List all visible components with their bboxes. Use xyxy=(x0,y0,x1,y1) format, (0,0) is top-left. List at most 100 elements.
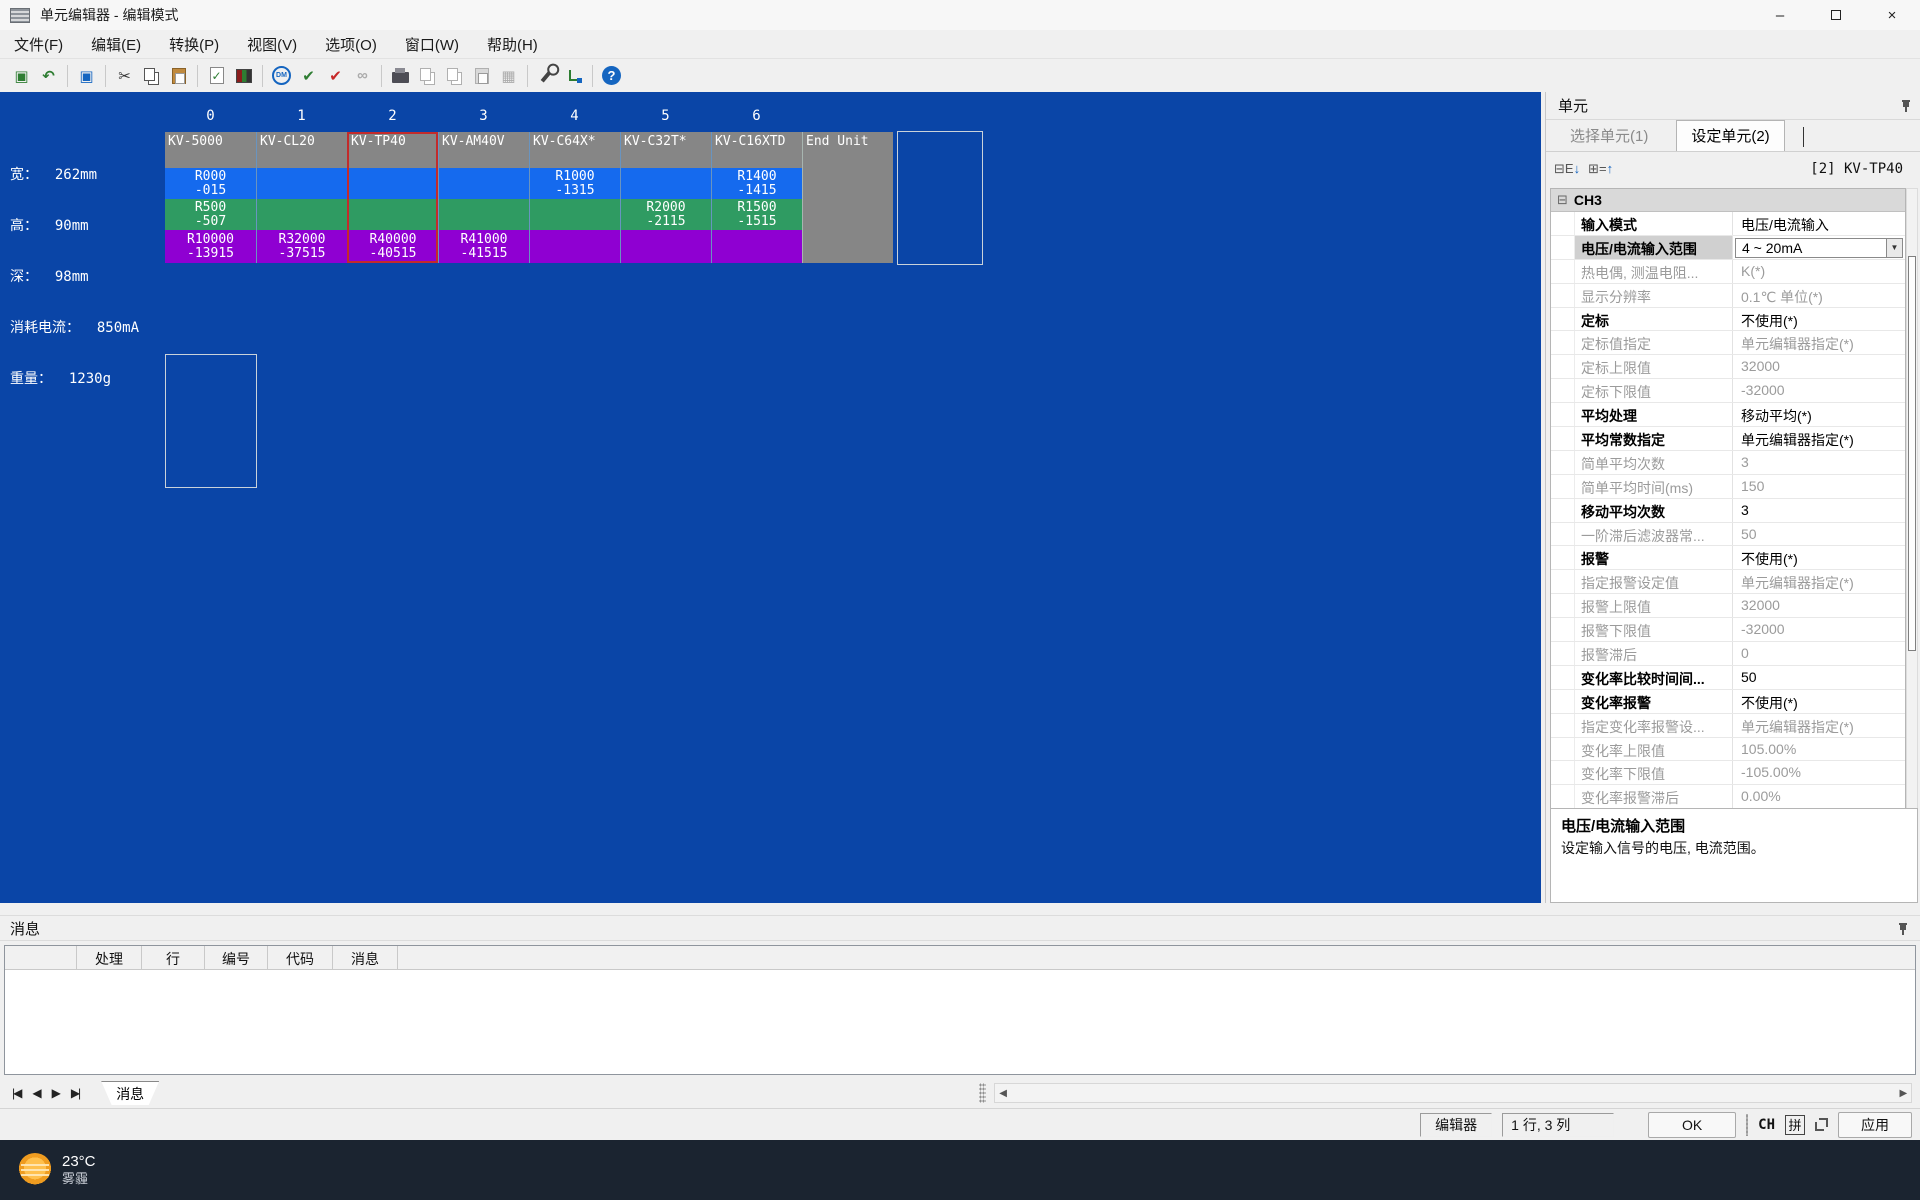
chevron-down-icon[interactable]: ▼ xyxy=(1886,238,1903,258)
column-code[interactable]: 代码 xyxy=(268,946,333,969)
menu-help[interactable]: 帮助(H) xyxy=(473,30,552,58)
apply-button[interactable]: 应用 xyxy=(1838,1112,1912,1138)
property-row[interactable]: 输入模式电压/电流输入 xyxy=(1551,212,1905,236)
property-row[interactable]: 定标上限值32000 xyxy=(1551,355,1905,379)
tab-message[interactable]: 消息 xyxy=(101,1081,159,1105)
range-combobox[interactable]: 4 ~ 20mA xyxy=(1735,238,1886,258)
property-row[interactable]: 报警下限值-32000 xyxy=(1551,618,1905,642)
collapse-icon[interactable]: ⊟ xyxy=(1557,192,1568,208)
close-button[interactable]: × xyxy=(1864,0,1920,30)
property-row[interactable]: 定标下限值-32000 xyxy=(1551,379,1905,403)
unit-column-kvam40v[interactable]: KV-AM40V R41000-41515 xyxy=(438,132,529,263)
last-tab-button[interactable]: ▶| xyxy=(71,1086,79,1100)
menu-edit[interactable]: 编辑(E) xyxy=(77,30,155,58)
property-row[interactable]: 变化率上限值105.00% xyxy=(1551,738,1905,762)
unit-column-kv5000[interactable]: KV-5000 R000-015 R500-507 R10000-13915 xyxy=(165,132,256,263)
expand-all-icon[interactable]: ⊞=↑ xyxy=(1588,161,1613,177)
new-unit-icon[interactable]: ▣ xyxy=(8,62,35,89)
window-swap-icon[interactable]: ▣ xyxy=(73,62,100,89)
property-row[interactable]: 平均常数指定单元编辑器指定(*) xyxy=(1551,427,1905,451)
empty-placement-outline[interactable] xyxy=(165,354,257,488)
maximize-button[interactable] xyxy=(1808,0,1864,30)
paste-alt-icon[interactable] xyxy=(468,62,495,89)
paste-icon[interactable] xyxy=(165,62,192,89)
undo-icon[interactable]: ↶ xyxy=(35,62,62,89)
property-row[interactable]: 简单平均时间(ms)150 xyxy=(1551,475,1905,499)
property-row[interactable]: 变化率报警滞后0.00% xyxy=(1551,785,1905,809)
weather-widget[interactable]: 23°C 雾霾 xyxy=(18,1153,96,1187)
column-process[interactable]: 处理 xyxy=(77,946,142,969)
copy-icon[interactable] xyxy=(138,62,165,89)
tree-branch-icon[interactable] xyxy=(560,62,587,89)
unit-column-kvc16xtd[interactable]: KV-C16XTD R1400-1415 R1500-1515 xyxy=(711,132,802,263)
property-row[interactable]: 变化率下限值-105.00% xyxy=(1551,761,1905,785)
menu-convert[interactable]: 转换(P) xyxy=(155,30,233,58)
fullwidth-icon[interactable] xyxy=(1815,1118,1828,1131)
print-icon[interactable] xyxy=(387,62,414,89)
help-icon[interactable]: ? xyxy=(598,62,625,89)
settings-wrench-icon[interactable] xyxy=(533,62,560,89)
property-row[interactable]: 指定报警设定值单元编辑器指定(*) xyxy=(1551,570,1905,594)
property-row[interactable]: 变化率报警不使用(*) xyxy=(1551,690,1905,714)
unit-column-kvtp40[interactable]: KV-TP40 R40000-40515 xyxy=(347,132,438,263)
property-row[interactable]: 一阶滞后滤波器常...50 xyxy=(1551,523,1905,547)
unit-color-icon[interactable] xyxy=(230,62,257,89)
property-row[interactable]: 变化率比较时间间...50 xyxy=(1551,666,1905,690)
splitter-grip[interactable] xyxy=(979,1083,986,1103)
next-tab-button[interactable]: ▶ xyxy=(52,1086,59,1100)
scroll-right-icon[interactable]: ▶ xyxy=(1895,1088,1911,1099)
copy-alt-icon[interactable] xyxy=(414,62,441,89)
first-tab-button[interactable]: |◀ xyxy=(12,1086,20,1100)
property-row[interactable]: 平均处理移动平均(*) xyxy=(1551,403,1905,427)
minimize-button[interactable]: – xyxy=(1752,0,1808,30)
column-number[interactable]: 编号 xyxy=(205,946,268,969)
pin-icon[interactable] xyxy=(1901,99,1911,112)
verify-red-icon[interactable]: ✔ xyxy=(322,62,349,89)
pin-icon[interactable] xyxy=(1898,922,1908,935)
property-row[interactable]: 报警不使用(*) xyxy=(1551,546,1905,570)
ime-language[interactable]: CH xyxy=(1758,1117,1775,1133)
property-row[interactable]: 指定变化率报警设...单元编辑器指定(*) xyxy=(1551,714,1905,738)
verify-green-icon[interactable]: ✔ xyxy=(295,62,322,89)
tab-setup-unit[interactable]: 设定单元(2) xyxy=(1676,120,1784,151)
property-row-selected[interactable]: 电压/电流输入范围4 ~ 20mA▼ xyxy=(1551,236,1905,260)
scroll-left-icon[interactable]: ◀ xyxy=(995,1088,1011,1099)
ime-shape[interactable]: 拼 xyxy=(1785,1115,1805,1135)
collapse-all-icon[interactable]: ⊟E↓ xyxy=(1554,161,1580,177)
property-row[interactable]: 定标不使用(*) xyxy=(1551,308,1905,332)
tab-select-unit[interactable]: 选择单元(1) xyxy=(1556,121,1662,151)
ok-button[interactable]: OK xyxy=(1648,1112,1736,1138)
menu-file[interactable]: 文件(F) xyxy=(0,30,77,58)
menu-options[interactable]: 选项(O) xyxy=(311,30,391,58)
menu-view[interactable]: 视图(V) xyxy=(233,30,311,58)
property-row[interactable]: 移动平均次数3 xyxy=(1551,499,1905,523)
sync-icon[interactable]: ∞ xyxy=(349,62,376,89)
prev-tab-button[interactable]: ◀ xyxy=(32,1086,39,1100)
property-row[interactable]: 报警上限值32000 xyxy=(1551,594,1905,618)
copy-alt2-icon[interactable] xyxy=(441,62,468,89)
horizontal-scrollbar[interactable]: ◀ ▶ xyxy=(994,1083,1912,1103)
unit-column-kvcl20[interactable]: KV-CL20 R32000-37515 xyxy=(256,132,347,263)
unit-column-kvc32t[interactable]: KV-C32T* R2000-2115 xyxy=(620,132,711,263)
column-row[interactable]: 行 xyxy=(142,946,205,969)
device-monitor-icon[interactable]: DM xyxy=(268,62,295,89)
channel-group-row[interactable]: ⊟ CH3 xyxy=(1551,189,1905,212)
property-row[interactable]: 简单平均次数3 xyxy=(1551,451,1905,475)
unit-editor-canvas[interactable]: 宽： 262mm 高： 90mm 深： 98mm 消耗电流： 850mA 重量：… xyxy=(0,92,1541,903)
cut-icon[interactable]: ✂ xyxy=(111,62,138,89)
message-table-body[interactable] xyxy=(5,970,1915,1074)
property-row[interactable]: 显示分辨率0.1℃ 单位(*) xyxy=(1551,284,1905,308)
unit-column-kvc64x[interactable]: KV-C64X* R1000-1315 xyxy=(529,132,620,263)
menu-window[interactable]: 窗口(W) xyxy=(391,30,473,58)
vertical-scrollbar[interactable] xyxy=(1906,188,1918,809)
column-message[interactable]: 消息 xyxy=(333,946,398,969)
scrollbar-thumb[interactable] xyxy=(1908,256,1916,651)
property-row[interactable]: 报警滞后0 xyxy=(1551,642,1905,666)
property-row[interactable]: 定标值指定单元编辑器指定(*) xyxy=(1551,331,1905,355)
edit-comment-icon[interactable]: ✓ xyxy=(203,62,230,89)
empty-slot-outline[interactable] xyxy=(897,131,983,265)
unit-column-end[interactable]: End Unit xyxy=(802,132,893,263)
grid-view-icon[interactable]: ▦ xyxy=(495,62,522,89)
property-row[interactable]: 热电偶, 测温电阻...K(*) xyxy=(1551,260,1905,284)
channel-group-label: CH3 xyxy=(1574,192,1602,208)
